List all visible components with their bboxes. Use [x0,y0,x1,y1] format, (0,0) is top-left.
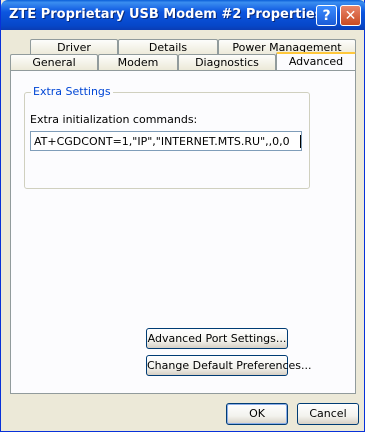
extra-init-commands-input[interactable] [30,131,302,151]
text-caret [300,135,301,148]
tab-strip: Driver Details Power Management General … [10,39,356,73]
help-icon: ? [322,7,331,24]
extra-init-commands-label: Extra initialization commands: [30,113,198,126]
tab-diagnostics[interactable]: Diagnostics [178,54,276,70]
close-button[interactable]: ✕ [340,5,361,26]
change-default-preferences-button[interactable]: Change Default Preferences... [146,355,311,376]
tab-advanced[interactable]: Advanced [276,52,356,71]
tab-general[interactable]: General [10,54,98,70]
tab-driver[interactable]: Driver [30,39,118,55]
advanced-port-settings-button[interactable]: Advanced Port Settings... [146,328,288,349]
tab-modem[interactable]: Modem [98,54,178,70]
title-bar[interactable]: ZTE Proprietary USB Modem #2 Properties … [1,0,365,30]
tab-details[interactable]: Details [118,39,218,55]
cancel-button[interactable]: Cancel [297,403,359,425]
close-icon: ✕ [344,7,357,24]
help-button[interactable]: ? [316,5,337,26]
properties-dialog: ZTE Proprietary USB Modem #2 Properties … [0,0,365,432]
window-title: ZTE Proprietary USB Modem #2 Properties [9,7,323,22]
ok-button[interactable]: OK [226,403,288,425]
extra-settings-group: Extra Settings Extra initialization comm… [24,85,310,189]
extra-settings-label: Extra Settings [31,85,113,98]
